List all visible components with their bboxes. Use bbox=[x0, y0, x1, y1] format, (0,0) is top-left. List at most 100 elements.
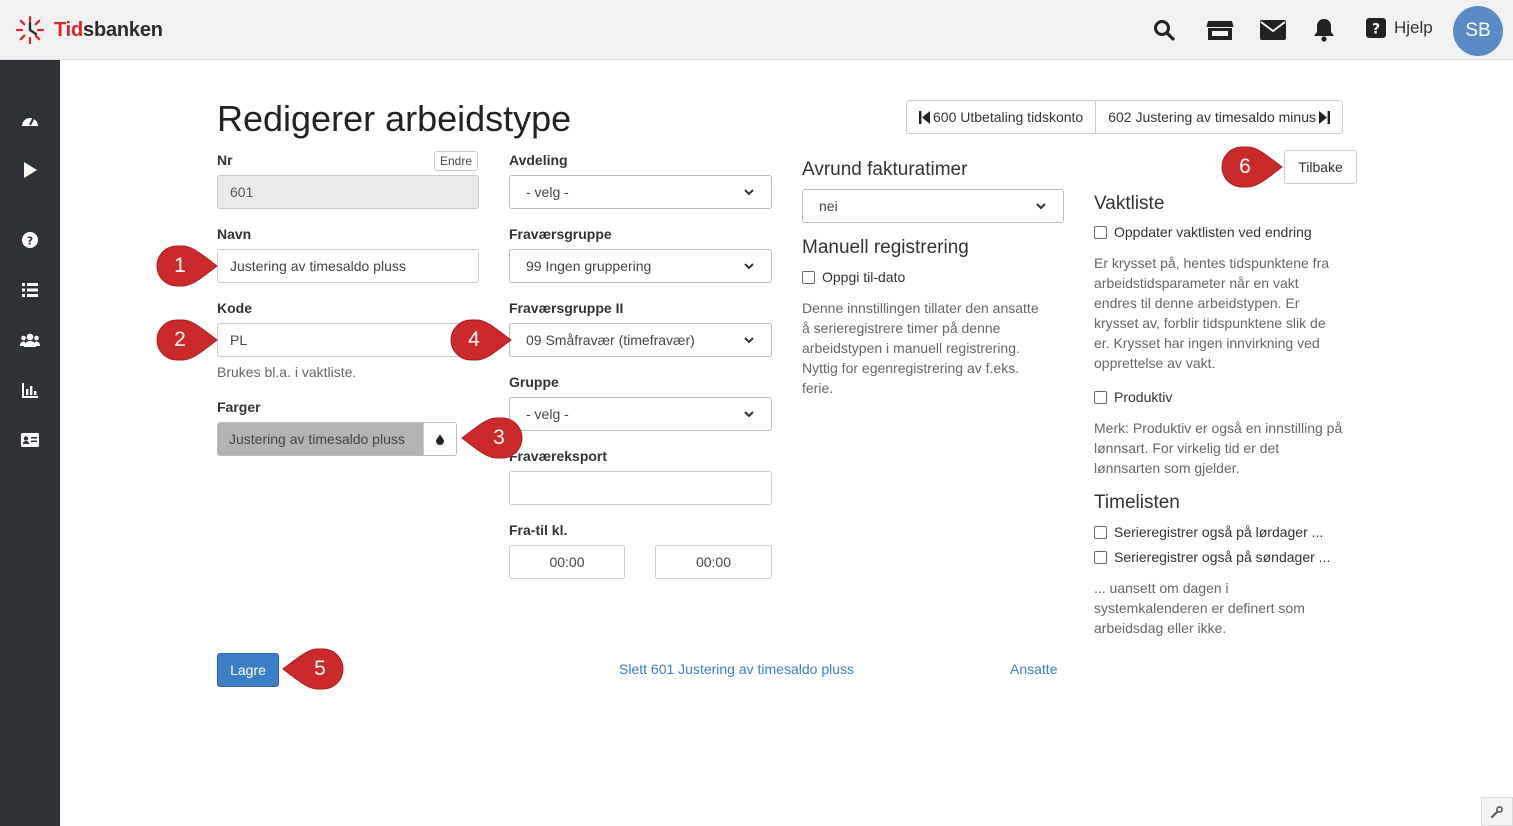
dashboard-icon[interactable] bbox=[0, 105, 60, 135]
annotation-marker-1: 1 bbox=[155, 244, 221, 288]
fravaereksport-field[interactable] bbox=[509, 471, 772, 505]
timelisten-help: ... uansett om dagen i systemkalenderen … bbox=[1094, 580, 1305, 636]
checkbox-box bbox=[1094, 225, 1107, 239]
help-link[interactable]: ? Hjelp bbox=[1366, 18, 1433, 38]
checkbox-box bbox=[802, 270, 815, 284]
sondager-checkbox[interactable]: Serieregistrer også på søndager ... bbox=[1094, 549, 1330, 565]
avrund-select[interactable]: nei bbox=[802, 189, 1064, 223]
oppdater-vaktlisten-checkbox[interactable]: Oppdater vaktlisten ved endring bbox=[1094, 224, 1312, 240]
bell-icon[interactable] bbox=[1312, 18, 1336, 42]
chevron-down-icon bbox=[744, 411, 754, 418]
fravaersgruppe-label: Fraværsgruppe bbox=[509, 226, 612, 242]
checkbox-box bbox=[1094, 525, 1107, 539]
annotation-marker-3: 3 bbox=[458, 416, 524, 460]
marker-number: 2 bbox=[174, 328, 186, 351]
checkbox-label: Oppdater vaktlisten ved endring bbox=[1114, 224, 1312, 240]
prev-record-label: 600 Utbetaling tidskonto bbox=[933, 109, 1084, 125]
color-swatch[interactable]: Justering av timesaldo pluss bbox=[218, 423, 423, 455]
avrund-value: nei bbox=[819, 198, 838, 214]
kode-label: Kode bbox=[217, 300, 252, 316]
mail-icon[interactable] bbox=[1260, 18, 1286, 42]
store-icon[interactable] bbox=[1206, 18, 1234, 42]
gruppe-label: Gruppe bbox=[509, 374, 559, 390]
prev-record-button[interactable]: 600 Utbetaling tidskonto bbox=[907, 101, 1095, 133]
fratil-label: Fra-til kl. bbox=[509, 522, 568, 538]
nr-label: Nr bbox=[217, 152, 233, 168]
marker-number: 6 bbox=[1239, 155, 1251, 178]
top-bar: Tidsbanken ? Hjelp SB bbox=[0, 0, 1513, 60]
vaktliste-title: Vaktliste bbox=[1094, 193, 1165, 214]
gruppe-value: - velg - bbox=[526, 406, 569, 422]
svg-text:?: ? bbox=[1372, 22, 1380, 38]
save-button[interactable]: Lagre bbox=[217, 653, 279, 687]
avatar[interactable]: SB bbox=[1453, 6, 1503, 56]
svg-text:?: ? bbox=[27, 234, 33, 247]
checkbox-box bbox=[1094, 550, 1107, 564]
marker-number: 5 bbox=[314, 657, 326, 680]
avdeling-select[interactable]: - velg - bbox=[509, 175, 772, 209]
from-time-field[interactable]: 00:00 bbox=[509, 545, 625, 579]
navn-label: Navn bbox=[217, 226, 252, 242]
droplet-icon bbox=[436, 433, 444, 445]
manuell-title: Manuell registrering bbox=[802, 237, 969, 258]
annotation-marker-6: 6 bbox=[1220, 145, 1286, 189]
play-icon[interactable] bbox=[0, 155, 60, 185]
color-field: Justering av timesaldo pluss bbox=[217, 422, 457, 456]
kode-field[interactable]: PL bbox=[217, 323, 479, 357]
chevron-down-icon bbox=[744, 189, 754, 196]
next-record-label: 602 Justering av timesaldo minus bbox=[1108, 109, 1316, 125]
search-icon[interactable] bbox=[1152, 18, 1176, 42]
produktiv-help: Merk: Produktiv er også en innstilling p… bbox=[1094, 420, 1343, 476]
navn-field[interactable]: Justering av timesaldo pluss bbox=[217, 249, 479, 283]
fravaersgruppe-value: 99 Ingen gruppering bbox=[526, 258, 652, 274]
employees-link[interactable]: Ansatte bbox=[1010, 661, 1057, 677]
logo[interactable]: Tidsbanken bbox=[14, 14, 163, 46]
checkbox-label: Oppgi til-dato bbox=[822, 269, 906, 285]
checkbox-box bbox=[1094, 390, 1107, 404]
help-label: Hjelp bbox=[1394, 18, 1433, 37]
avrund-title: Avrund fakturatimer bbox=[802, 159, 968, 180]
farger-label: Farger bbox=[217, 399, 261, 415]
fravaersgruppe-select[interactable]: 99 Ingen gruppering bbox=[509, 249, 772, 283]
fravaersgruppe2-select[interactable]: 09 Småfravær (timefravær) bbox=[509, 323, 772, 357]
annotation-marker-4: 4 bbox=[449, 318, 515, 362]
vaktliste-help: Er krysset på, hentes tidspunktene fra a… bbox=[1094, 255, 1330, 371]
avdeling-value: - velg - bbox=[526, 184, 569, 200]
chevron-down-icon bbox=[1036, 203, 1046, 210]
logo-text: Tidsbanken bbox=[54, 18, 163, 41]
fravaersgruppe2-value: 09 Småfravær (timefravær) bbox=[526, 332, 695, 348]
skip-back-icon bbox=[919, 110, 930, 124]
question-square-icon: ? bbox=[1366, 18, 1386, 38]
delete-link[interactable]: Slett 601 Justering av timesaldo pluss bbox=[619, 661, 854, 677]
question-circle-icon[interactable]: ? bbox=[0, 225, 60, 255]
gruppe-select[interactable]: - velg - bbox=[509, 397, 772, 431]
annotation-marker-5: 5 bbox=[279, 647, 345, 691]
marker-number: 3 bbox=[493, 426, 505, 449]
to-time-field[interactable]: 00:00 bbox=[655, 545, 772, 579]
kode-help: Brukes bl.a. i vaktliste. bbox=[217, 364, 357, 380]
sidebar: ? bbox=[0, 60, 60, 826]
users-icon[interactable] bbox=[0, 325, 60, 355]
page-title: Redigerer arbeidstype bbox=[217, 98, 572, 139]
checkbox-label: Produktiv bbox=[1114, 389, 1173, 405]
next-record-button[interactable]: 602 Justering av timesaldo minus bbox=[1095, 101, 1342, 133]
chevron-down-icon bbox=[744, 263, 754, 270]
list-icon[interactable] bbox=[0, 275, 60, 305]
lordager-checkbox[interactable]: Serieregistrer også på lørdager ... bbox=[1094, 524, 1323, 540]
checkbox-label: Serieregistrer også på lørdager ... bbox=[1114, 524, 1324, 540]
wrench-icon[interactable] bbox=[1481, 797, 1513, 826]
avdeling-label: Avdeling bbox=[509, 152, 568, 168]
color-picker-button[interactable] bbox=[423, 423, 456, 455]
checkbox-label: Serieregistrer også på søndager ... bbox=[1114, 549, 1331, 565]
bar-chart-icon[interactable] bbox=[0, 375, 60, 405]
timelisten-title: Timelisten bbox=[1094, 492, 1180, 513]
change-nr-button[interactable]: Endre bbox=[434, 151, 479, 171]
produktiv-checkbox[interactable]: Produktiv bbox=[1094, 389, 1172, 405]
oppgi-til-dato-checkbox[interactable]: Oppgi til-dato bbox=[802, 269, 905, 285]
fravaersgruppe2-label: Fraværsgruppe II bbox=[509, 300, 624, 316]
marker-number: 1 bbox=[174, 254, 186, 277]
back-button[interactable]: Tilbake bbox=[1284, 150, 1357, 184]
id-card-icon[interactable] bbox=[0, 425, 60, 455]
skip-forward-icon bbox=[1319, 110, 1330, 124]
nr-field: 601 bbox=[217, 175, 479, 209]
